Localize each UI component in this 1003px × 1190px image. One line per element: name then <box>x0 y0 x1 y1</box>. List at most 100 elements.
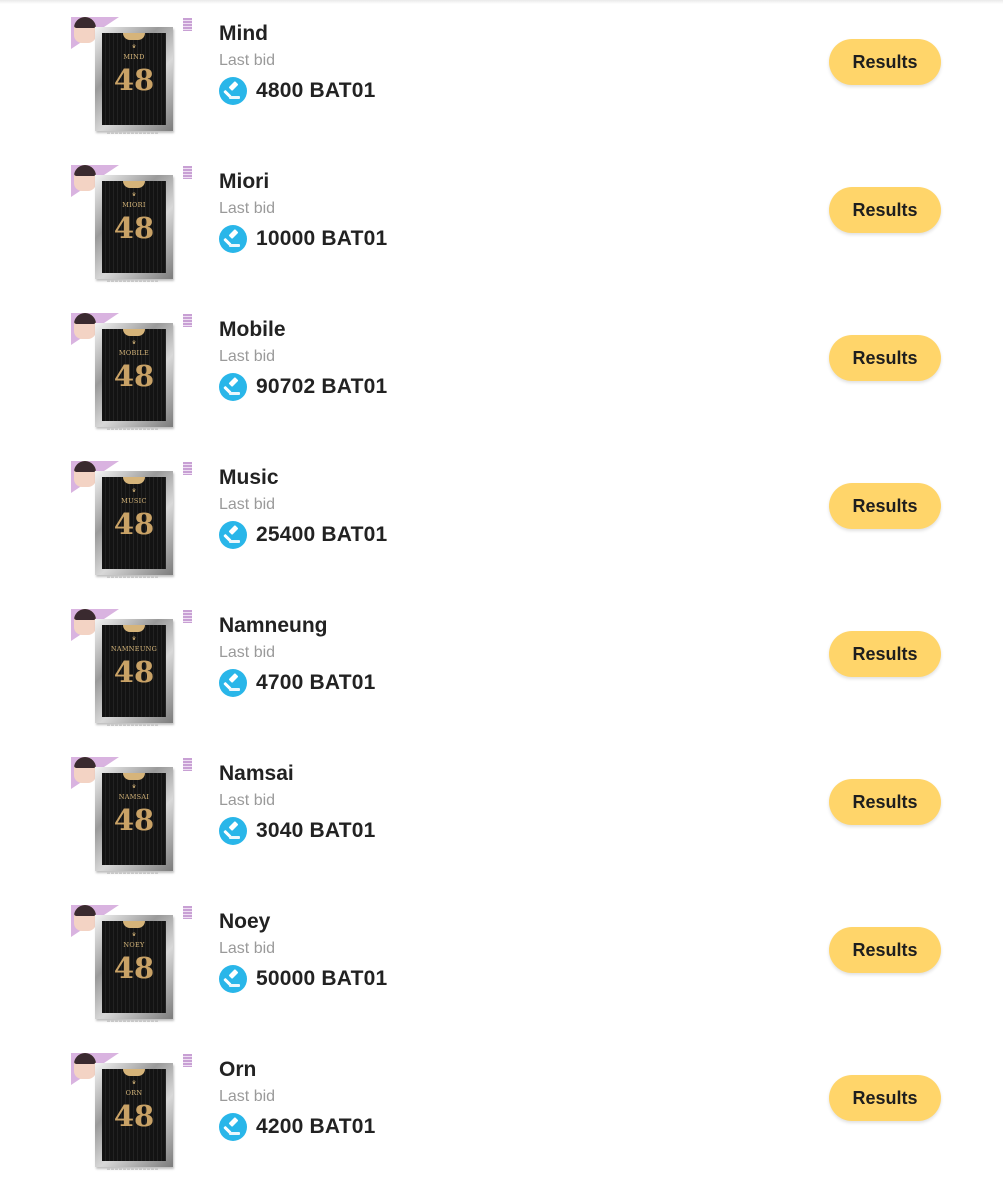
member-name: Noey <box>219 910 271 933</box>
member-name: Namsai <box>219 762 294 785</box>
member-avatar <box>74 313 96 339</box>
last-bid-amount-row: 3040 BAT01 <box>219 817 376 845</box>
last-bid-amount-row: 4800 BAT01 <box>219 77 376 105</box>
last-bid-amount-row: 4700 BAT01 <box>219 669 376 697</box>
last-bid-amount-row: 10000 BAT01 <box>219 225 387 253</box>
jersey-image: ♛ NAMSAI 48 <box>102 773 166 865</box>
last-bid-label: Last bid <box>219 348 276 365</box>
last-bid-amount: 4700 BAT01 <box>256 671 376 694</box>
crown-icon: ♛ <box>131 784 137 790</box>
last-bid-amount: 4200 BAT01 <box>256 1115 376 1138</box>
corner-tag <box>183 462 192 475</box>
auction-list-item[interactable]: ♛ MIND 48 Mind Last bid 4800 BAT01 Resul… <box>0 0 1003 148</box>
results-button[interactable]: Results <box>829 187 941 233</box>
member-name: Orn <box>219 1058 257 1081</box>
member-avatar <box>74 165 96 191</box>
corner-tag <box>183 314 192 327</box>
results-button[interactable]: Results <box>829 39 941 85</box>
results-button[interactable]: Results <box>829 927 941 973</box>
auction-list-item[interactable]: ♛ MIORI 48 Miori Last bid 10000 BAT01 Re… <box>0 148 1003 296</box>
last-bid-amount-row: 50000 BAT01 <box>219 965 387 993</box>
auction-gavel-icon <box>219 225 247 253</box>
last-bid-amount-row: 4200 BAT01 <box>219 1113 376 1141</box>
jersey-number: 48 <box>113 63 155 97</box>
jersey-caption <box>107 428 159 430</box>
jersey-number: 48 <box>113 951 155 985</box>
jersey-image: ♛ NOEY 48 <box>102 921 166 1013</box>
jersey-image: ♛ MIND 48 <box>102 33 166 125</box>
last-bid-label: Last bid <box>219 52 276 69</box>
jersey-frame: ♛ MIORI 48 <box>95 175 173 279</box>
auction-gavel-icon <box>219 1113 247 1141</box>
jersey-number: 48 <box>113 655 155 689</box>
jersey-image: ♛ MUSIC 48 <box>102 477 166 569</box>
last-bid-label: Last bid <box>219 644 276 661</box>
jersey-caption <box>107 576 159 578</box>
results-button[interactable]: Results <box>829 335 941 381</box>
auction-list-item[interactable]: ♛ MUSIC 48 Music Last bid 25400 BAT01 Re… <box>0 444 1003 592</box>
last-bid-label: Last bid <box>219 1088 276 1105</box>
jersey-caption <box>107 132 159 134</box>
corner-tag <box>183 758 192 771</box>
jersey-thumbnail[interactable]: ♛ ORN 48 <box>71 1053 193 1173</box>
corner-tag <box>183 906 192 919</box>
results-button[interactable]: Results <box>829 483 941 529</box>
auction-list-item[interactable]: ♛ MOBILE 48 Mobile Last bid 90702 BAT01 … <box>0 296 1003 444</box>
jersey-frame: ♛ NAMNEUNG 48 <box>95 619 173 723</box>
jersey-image: ♛ ORN 48 <box>102 1069 166 1161</box>
last-bid-amount: 90702 BAT01 <box>256 375 388 398</box>
crown-icon: ♛ <box>131 340 137 346</box>
auction-gavel-icon <box>219 817 247 845</box>
auction-list-item[interactable]: ♛ NAMNEUNG 48 Namneung Last bid 4700 BAT… <box>0 592 1003 740</box>
member-name: Music <box>219 466 279 489</box>
last-bid-amount: 50000 BAT01 <box>256 967 388 990</box>
member-avatar <box>74 17 96 43</box>
jersey-image: ♛ MIORI 48 <box>102 181 166 273</box>
results-button[interactable]: Results <box>829 1075 941 1121</box>
member-name: Mobile <box>219 318 286 341</box>
auction-list-item[interactable]: ♛ NOEY 48 Noey Last bid 50000 BAT01 Resu… <box>0 888 1003 1036</box>
corner-tag <box>183 610 192 623</box>
results-button[interactable]: Results <box>829 779 941 825</box>
member-avatar <box>74 1053 96 1079</box>
corner-tag <box>183 166 192 179</box>
last-bid-amount: 3040 BAT01 <box>256 819 376 842</box>
member-name: Miori <box>219 170 270 193</box>
jersey-thumbnail[interactable]: ♛ MIND 48 <box>71 17 193 137</box>
auction-gavel-icon <box>219 77 247 105</box>
jersey-thumbnail[interactable]: ♛ MUSIC 48 <box>71 461 193 581</box>
member-name: Mind <box>219 22 268 45</box>
jersey-number: 48 <box>113 1099 155 1133</box>
member-avatar <box>74 461 96 487</box>
jersey-thumbnail[interactable]: ♛ NOEY 48 <box>71 905 193 1025</box>
jersey-name: MUSIC <box>121 497 147 505</box>
jersey-number: 48 <box>113 359 155 393</box>
jersey-thumbnail[interactable]: ♛ NAMSAI 48 <box>71 757 193 877</box>
jersey-frame: ♛ NOEY 48 <box>95 915 173 1019</box>
crown-icon: ♛ <box>131 192 137 198</box>
jersey-name: NAMSAI <box>118 793 150 801</box>
jersey-frame: ♛ MOBILE 48 <box>95 323 173 427</box>
last-bid-amount: 4800 BAT01 <box>256 79 376 102</box>
jersey-thumbnail[interactable]: ♛ MOBILE 48 <box>71 313 193 433</box>
auction-gavel-icon <box>219 669 247 697</box>
jersey-thumbnail[interactable]: ♛ NAMNEUNG 48 <box>71 609 193 729</box>
jersey-number: 48 <box>113 211 155 245</box>
member-avatar <box>74 609 96 635</box>
jersey-number: 48 <box>113 507 155 541</box>
jersey-thumbnail[interactable]: ♛ MIORI 48 <box>71 165 193 285</box>
jersey-caption <box>107 872 159 874</box>
jersey-frame: ♛ MIND 48 <box>95 27 173 131</box>
auction-gavel-icon <box>219 373 247 401</box>
crown-icon: ♛ <box>131 1080 137 1086</box>
jersey-caption <box>107 280 159 282</box>
jersey-caption <box>107 1168 159 1170</box>
last-bid-label: Last bid <box>219 792 276 809</box>
crown-icon: ♛ <box>131 44 137 50</box>
jersey-frame: ♛ ORN 48 <box>95 1063 173 1167</box>
corner-tag <box>183 18 192 31</box>
results-button[interactable]: Results <box>829 631 941 677</box>
last-bid-amount: 25400 BAT01 <box>256 523 388 546</box>
auction-list-item[interactable]: ♛ NAMSAI 48 Namsai Last bid 3040 BAT01 R… <box>0 740 1003 888</box>
auction-list-item[interactable]: ♛ ORN 48 Orn Last bid 4200 BAT01 Results <box>0 1036 1003 1184</box>
